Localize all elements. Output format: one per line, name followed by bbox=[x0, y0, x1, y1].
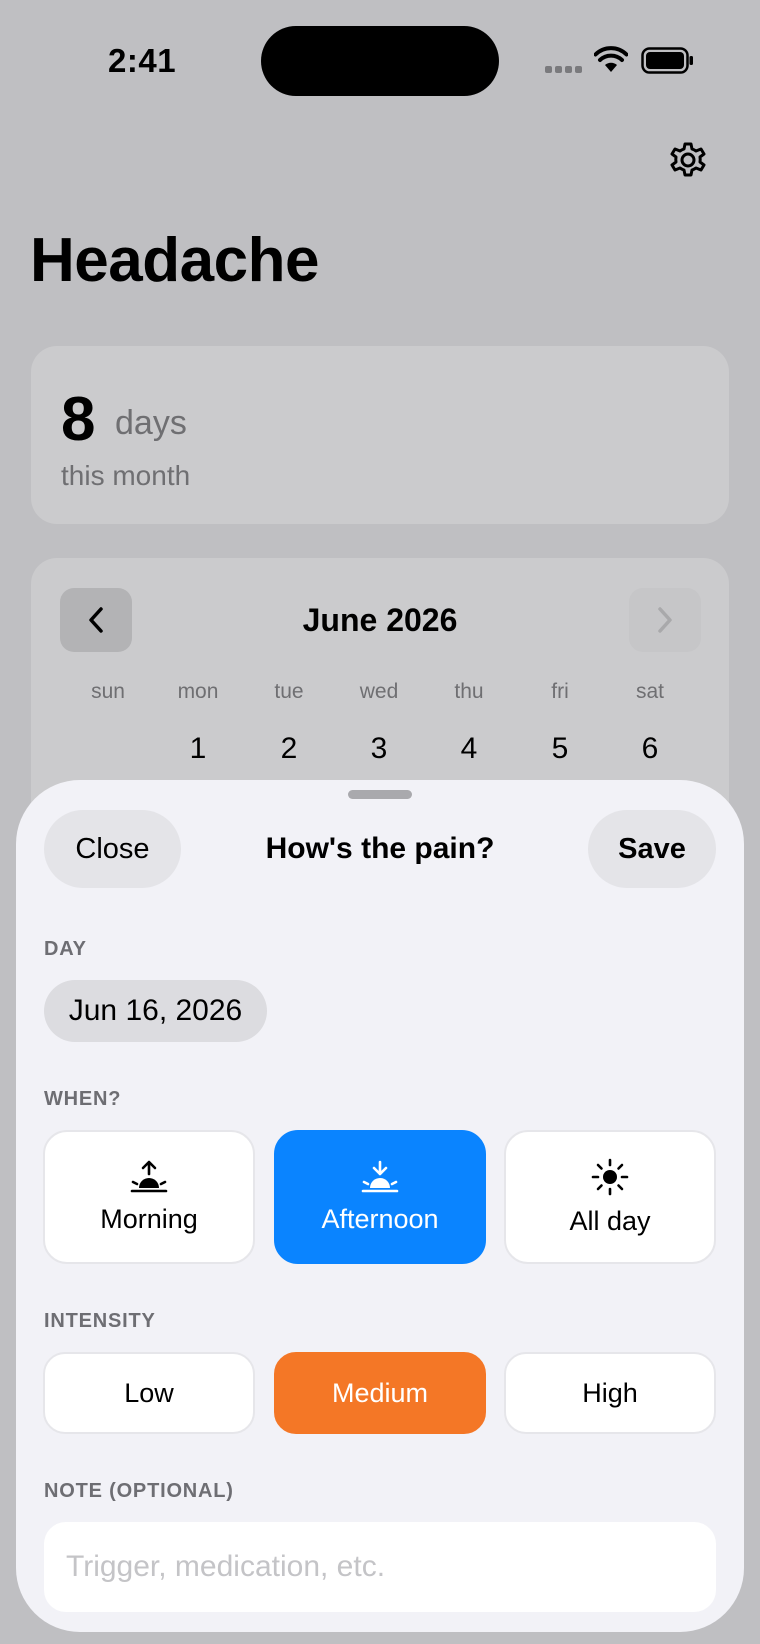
sun-icon bbox=[591, 1158, 629, 1195]
calendar-day[interactable]: 4 bbox=[424, 732, 514, 766]
sunrise-icon bbox=[130, 1160, 168, 1192]
battery-icon bbox=[641, 47, 693, 74]
save-button[interactable]: Save bbox=[588, 810, 716, 888]
calendar-day[interactable]: 6 bbox=[605, 732, 695, 766]
day-count-unit: days bbox=[115, 404, 187, 442]
weekday-sat: sat bbox=[635, 680, 664, 703]
sunset-icon bbox=[361, 1160, 399, 1192]
weekday-wed: wed bbox=[359, 680, 399, 703]
day-count: 8 bbox=[61, 385, 96, 454]
calendar-day[interactable]: 1 bbox=[153, 732, 243, 766]
weekday-tue: tue bbox=[274, 680, 304, 703]
status-time: 2:41 bbox=[108, 42, 177, 79]
weekday-sun: sun bbox=[91, 680, 125, 703]
intensity-option-medium[interactable]: Medium bbox=[274, 1352, 486, 1434]
calendar-day[interactable]: 5 bbox=[515, 732, 605, 766]
page-title: Headache bbox=[30, 226, 319, 295]
day-count-caption: this month bbox=[61, 460, 191, 491]
when-option-label: Morning bbox=[100, 1203, 198, 1234]
calendar-day[interactable]: 3 bbox=[334, 732, 424, 766]
next-month-button[interactable] bbox=[629, 588, 701, 652]
log-pain-sheet: Close How's the pain? Save DAY Jun 16, 2… bbox=[16, 780, 744, 1632]
weekday-thu: thu bbox=[454, 680, 484, 703]
intensity-section-label: INTENSITY bbox=[44, 1310, 156, 1332]
when-option-label: All day bbox=[569, 1205, 651, 1236]
weekday-fri: fri bbox=[551, 680, 569, 703]
wifi-icon bbox=[594, 46, 628, 72]
when-option-morning[interactable]: Morning bbox=[43, 1130, 255, 1264]
intensity-option-high[interactable]: High bbox=[504, 1352, 716, 1434]
calendar-day[interactable]: 2 bbox=[244, 732, 334, 766]
dynamic-island bbox=[261, 26, 499, 96]
cellular-signal-icon bbox=[545, 66, 583, 74]
settings-button[interactable] bbox=[658, 130, 718, 190]
chevron-right-icon bbox=[658, 607, 672, 633]
calendar-month-label: June 2026 bbox=[302, 602, 458, 638]
gear-icon bbox=[670, 142, 706, 177]
when-option-label: Afternoon bbox=[321, 1203, 439, 1234]
day-section-label: DAY bbox=[44, 938, 87, 960]
weekday-mon: mon bbox=[177, 680, 219, 703]
monthly-count-card: 8 days this month bbox=[31, 346, 729, 524]
intensity-option-low[interactable]: Low bbox=[43, 1352, 255, 1434]
when-option-afternoon[interactable]: Afternoon bbox=[274, 1130, 486, 1264]
date-picker[interactable]: Jun 16, 2026 bbox=[44, 980, 267, 1042]
sheet-grabber[interactable] bbox=[348, 790, 412, 799]
note-input[interactable] bbox=[44, 1522, 716, 1612]
when-section-label: WHEN? bbox=[44, 1088, 122, 1110]
when-option-all-day[interactable]: All day bbox=[504, 1130, 716, 1264]
note-section-label: NOTE (OPTIONAL) bbox=[44, 1480, 234, 1502]
status-bar: 2:41 bbox=[0, 0, 760, 120]
